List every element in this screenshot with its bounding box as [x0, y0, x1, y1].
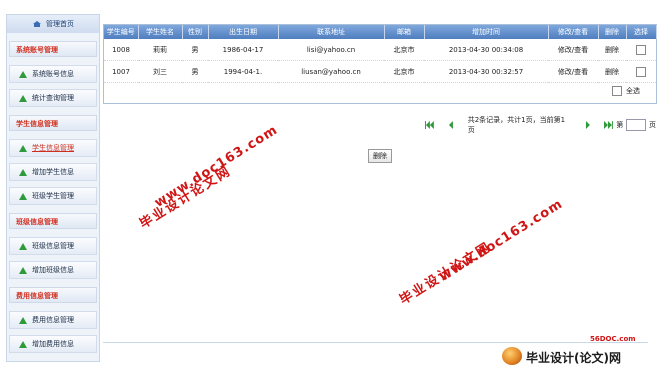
col-header[interactable]: 修改/查看 — [548, 25, 599, 39]
sidebar-item-label: 班级信息管理 — [32, 242, 74, 250]
select-all-checkbox[interactable] — [612, 86, 622, 96]
sidebar-item-add-class[interactable]: 增加班级信息 — [9, 261, 97, 279]
sidebar-item-account-info[interactable]: 系统账号信息 — [9, 65, 97, 83]
arrow-icon — [19, 266, 27, 274]
arrow-icon — [19, 168, 27, 176]
arrow-icon — [19, 192, 27, 200]
table-row: 1008 莉莉 男 1986-04-17 lisi@yahoo.cn 北京市 2… — [104, 39, 656, 61]
arrow-icon — [19, 340, 27, 348]
sidebar-item-fee-manage[interactable]: 费用信息管理 — [9, 311, 97, 329]
delete-button[interactable]: 删除 — [368, 149, 392, 163]
next-page-icon[interactable] — [583, 121, 593, 129]
sidebar-header[interactable]: 管理首页 — [7, 15, 99, 33]
watermark-text: 毕业设计论文网 — [137, 163, 235, 233]
section-student[interactable]: 学生信息管理 — [9, 115, 97, 131]
section-fee[interactable]: 费用信息管理 — [9, 287, 97, 303]
arrow-icon — [19, 144, 27, 152]
select-all[interactable]: 全选 — [612, 86, 640, 96]
col-header[interactable]: 学生编号 — [104, 25, 139, 39]
sidebar-item-stats[interactable]: 统计查询管理 — [9, 89, 97, 107]
cell-id: 1007 — [104, 60, 138, 83]
arrow-icon — [19, 70, 27, 78]
sidebar-item-label: 系统账号信息 — [32, 70, 74, 78]
arrow-icon — [19, 242, 27, 250]
cell-gender: 男 — [182, 39, 208, 61]
cell-birth: 1986-04-17 — [208, 39, 278, 61]
corner-brand: 毕业设计(论文)网 — [526, 351, 621, 365]
cell-gender: 男 — [182, 60, 208, 83]
pager-summary: 共2条记录，共计1页，当前第1页 — [467, 116, 566, 134]
cell-email: 北京市 — [384, 39, 424, 61]
cell-address: lisi@yahoo.cn — [278, 39, 384, 61]
delete-link[interactable]: 删除 — [598, 39, 626, 61]
cell-added: 2013-04-30 00:34:08 — [424, 39, 548, 61]
col-header[interactable]: 联系地址 — [278, 25, 385, 39]
edit-link[interactable]: 修改/查看 — [548, 39, 598, 61]
sidebar-item-label: 增加学生信息 — [32, 168, 74, 176]
edit-link[interactable]: 修改/查看 — [548, 60, 598, 83]
sidebar-item-label: 统计查询管理 — [32, 94, 74, 102]
sidebar: 管理首页 系统账号管理 系统账号信息 统计查询管理 学生信息管理 学生信息管理 … — [6, 14, 100, 362]
sidebar-item-add-fee[interactable]: 增加费用信息 — [9, 335, 97, 353]
table-header-row: 学生编号 学生姓名 性别 出生日期 联系地址 邮箱 增加时间 修改/查看 删除 … — [104, 25, 657, 39]
globe-icon — [502, 347, 522, 365]
col-header[interactable]: 邮箱 — [384, 25, 425, 39]
sidebar-item-label: 增加费用信息 — [32, 340, 74, 348]
goto-prefix: 第 — [616, 121, 624, 129]
arrow-icon — [19, 94, 27, 102]
sidebar-item-student-manage[interactable]: 学生信息管理 — [9, 139, 97, 157]
sidebar-item-class-manage[interactable]: 班级信息管理 — [9, 237, 97, 255]
table-row: 1007 刘三 男 1994-04-1. liusan@yahoo.cn 北京市… — [104, 60, 656, 83]
cell-name: 莉莉 — [138, 39, 182, 61]
cell-id: 1008 — [104, 39, 138, 61]
corner-logo: 56DOC.com 毕业设计(论文)网 — [498, 335, 658, 369]
prev-page-icon[interactable] — [446, 121, 456, 129]
row-checkbox[interactable] — [636, 44, 646, 55]
select-all-label: 全选 — [626, 87, 640, 95]
sidebar-item-label: 学生信息管理 — [32, 144, 74, 152]
col-header[interactable]: 性别 — [182, 25, 209, 39]
first-page-icon[interactable] — [424, 121, 434, 129]
col-header[interactable]: 增加时间 — [424, 25, 549, 39]
section-account[interactable]: 系统账号管理 — [9, 41, 97, 57]
select-cell — [626, 39, 656, 61]
delete-link[interactable]: 删除 — [598, 60, 626, 83]
select-cell — [626, 60, 656, 83]
goto-suffix: 页 — [649, 121, 657, 129]
sidebar-item-label: 增加班级信息 — [32, 266, 74, 274]
sidebar-header-label: 管理首页 — [46, 20, 74, 28]
cell-name: 刘三 — [138, 60, 182, 83]
watermark-text: 毕业设计论文网 — [397, 239, 495, 309]
col-header[interactable]: 出生日期 — [208, 25, 279, 39]
cell-email: 北京市 — [384, 60, 424, 83]
section-class[interactable]: 班级信息管理 — [9, 213, 97, 229]
cell-address: liusan@yahoo.cn — [278, 60, 384, 83]
home-icon — [33, 21, 41, 27]
corner-site: 56DOC.com — [590, 335, 636, 343]
cell-birth: 1994-04-1. — [208, 60, 278, 83]
col-header[interactable]: 删除 — [598, 25, 627, 39]
arrow-icon — [19, 316, 27, 324]
student-table-panel: 学生编号 学生姓名 性别 出生日期 联系地址 邮箱 增加时间 修改/查看 删除 … — [103, 24, 657, 104]
sidebar-item-add-student[interactable]: 增加学生信息 — [9, 163, 97, 181]
col-header[interactable]: 学生姓名 — [138, 25, 183, 39]
pagination: 共2条记录，共计1页，当前第1页 第 页 — [424, 116, 657, 134]
sidebar-item-label: 班级学生管理 — [32, 192, 74, 200]
cell-added: 2013-04-30 00:32:57 — [424, 60, 548, 83]
sidebar-item-label: 费用信息管理 — [32, 316, 74, 324]
col-header[interactable]: 选择 — [626, 25, 657, 39]
last-page-icon[interactable] — [604, 121, 614, 129]
row-checkbox[interactable] — [636, 66, 646, 77]
sidebar-item-class-student[interactable]: 班级学生管理 — [9, 187, 97, 205]
student-table: 学生编号 学生姓名 性别 出生日期 联系地址 邮箱 增加时间 修改/查看 删除 … — [104, 25, 657, 83]
page-input[interactable] — [626, 119, 647, 131]
